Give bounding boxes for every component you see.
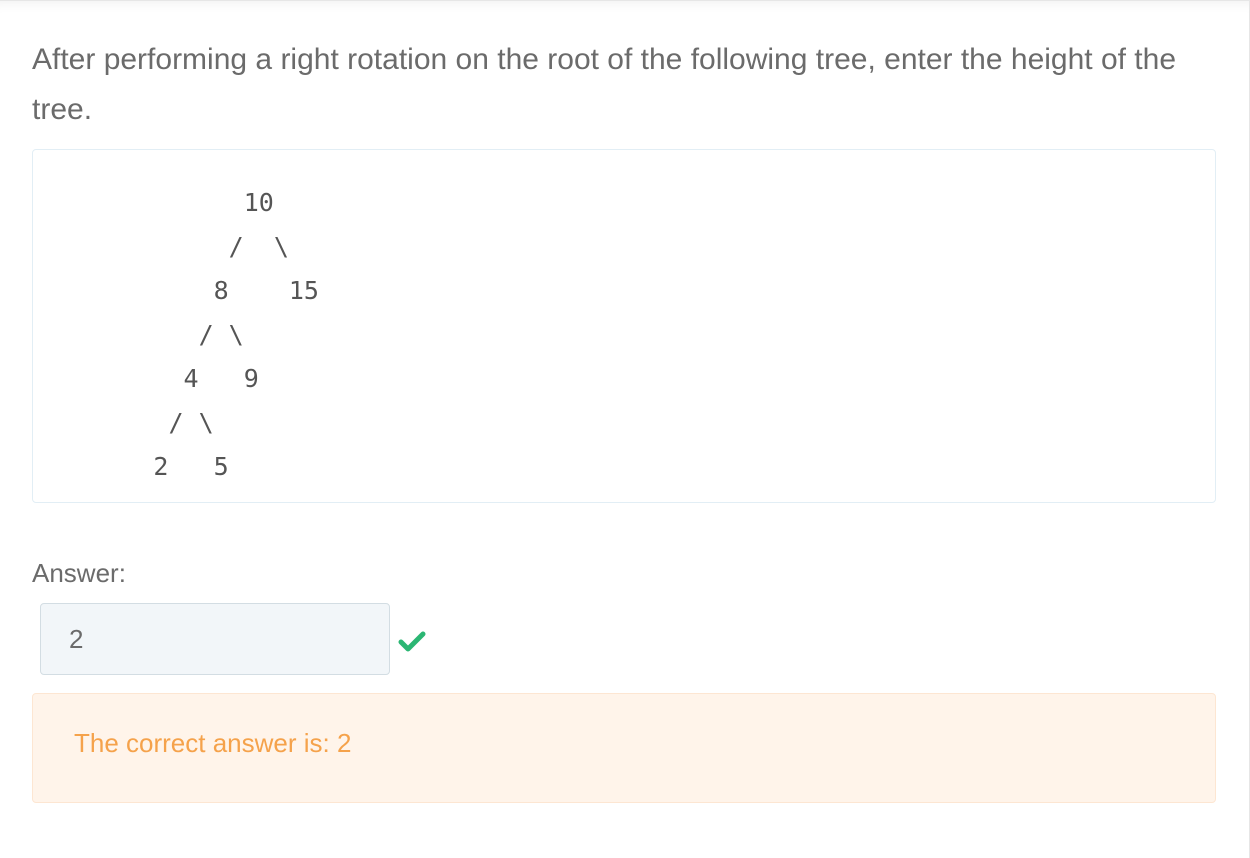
answer-input[interactable] bbox=[40, 603, 390, 675]
answer-label: Answer: bbox=[32, 558, 126, 588]
correct-answer-text: The correct answer is: 2 bbox=[74, 728, 352, 758]
feedback-box: The correct answer is: 2 bbox=[32, 693, 1216, 803]
question-prompt: After performing a right rotation on the… bbox=[32, 43, 1177, 126]
tree-diagram-text: 10 / \ 8 15 / \ 4 9 / \ 2 5 bbox=[153, 188, 319, 481]
tree-diagram-box: 10 / \ 8 15 / \ 4 9 / \ 2 5 bbox=[32, 149, 1216, 503]
checkmark-icon bbox=[398, 631, 426, 652]
question-card: After performing a right rotation on the… bbox=[0, 0, 1250, 858]
